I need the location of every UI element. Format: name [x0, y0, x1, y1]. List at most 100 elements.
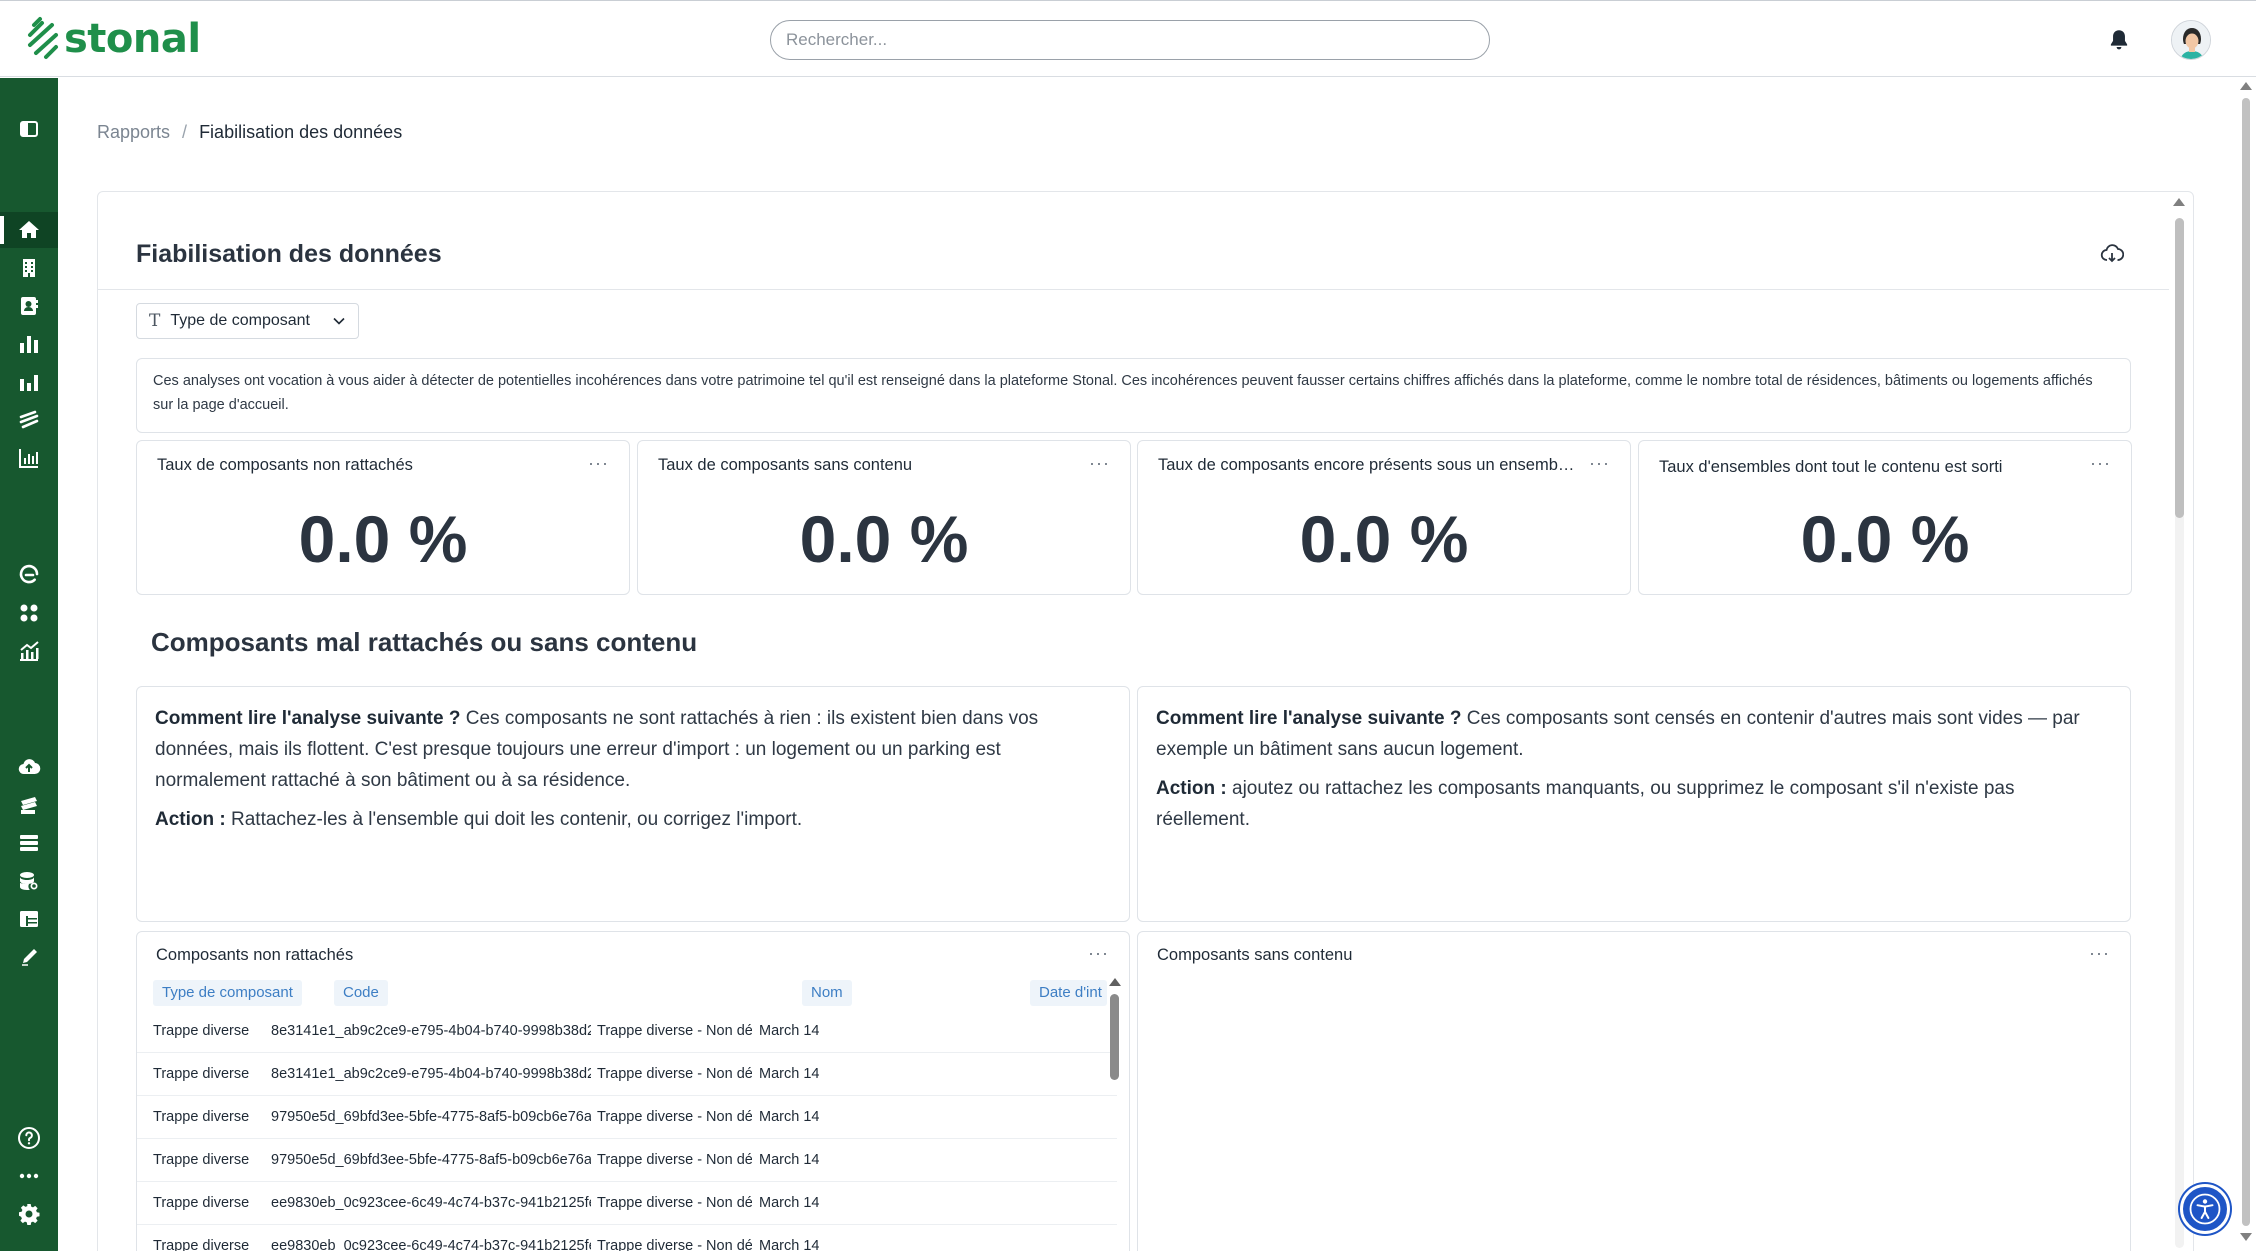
kpi-value: 0.0 % [298, 502, 468, 576]
report-scrollbar[interactable] [2170, 196, 2188, 1251]
report-scroll-up-arrow-icon[interactable] [2173, 198, 2185, 206]
sidebar-item-reports[interactable] [0, 326, 58, 362]
page-scrollbar-thumb[interactable] [2242, 98, 2250, 1226]
explanation-action: Action : ajoutez ou rattachez les compos… [1156, 773, 2112, 835]
column-header-type[interactable]: Type de composant [153, 980, 302, 1006]
kpi-title: Taux de composants sans contenu [658, 456, 913, 474]
more-options-icon[interactable]: ··· [588, 453, 609, 474]
scroll-up-arrow-icon[interactable] [2240, 82, 2252, 90]
filter-label: Type de composant [170, 312, 310, 329]
collapse-panel-icon [20, 121, 38, 137]
top-bar: stonal [0, 0, 2256, 77]
table-row[interactable]: Trappe diverse 97950e5d_69bfd3ee-5bfe-477… [137, 1096, 1117, 1139]
accessibility-icon [2189, 1193, 2221, 1225]
action-label: Action : [1156, 778, 1227, 799]
stonal-logo-icon [28, 17, 58, 59]
scroll-down-arrow-icon[interactable] [2240, 1233, 2252, 1241]
table-row[interactable]: Trappe diverse 97950e5d_69bfd3ee-5bfe-477… [137, 1139, 1117, 1182]
cell-date: March 14, 2 [759, 1195, 819, 1211]
user-avatar-icon[interactable] [2171, 20, 2211, 60]
cell-code: 97950e5d_69bfd3ee-5bfe-4775-8af5-b09cb6e… [271, 1109, 591, 1125]
cloud-download-icon[interactable] [2100, 242, 2124, 266]
sidebar [0, 78, 58, 1251]
sidebar-item-more[interactable] [0, 1158, 58, 1194]
table-scrollbar-thumb[interactable] [1110, 994, 1119, 1080]
sidebar-item-buildings[interactable] [0, 250, 58, 286]
report-scrollbar-thumb[interactable] [2175, 218, 2184, 518]
help-icon [18, 1127, 40, 1149]
notification-bell-icon[interactable] [2106, 27, 2132, 53]
cell-date: March 14, 2 [759, 1152, 819, 1168]
column-header-name[interactable]: Nom [802, 980, 852, 1006]
sidebar-item-database[interactable] [0, 863, 58, 899]
component-type-filter[interactable]: T Type de composant [136, 303, 359, 339]
table-card-unattached: Composants non rattachés ··· Type de com… [136, 931, 1130, 1251]
column-header-code[interactable]: Code [334, 980, 388, 1006]
sidebar-item-help[interactable] [0, 1120, 58, 1156]
sidebar-item-table[interactable] [0, 901, 58, 937]
more-options-icon[interactable]: ··· [2089, 943, 2110, 964]
sidebar-item-dashboard[interactable] [0, 440, 58, 476]
search-input[interactable] [770, 20, 1490, 60]
sidebar-item-list[interactable] [0, 825, 58, 861]
kpi-value: 0.0 % [799, 502, 969, 576]
cell-date: March 14, 2 [759, 1109, 819, 1125]
cell-name: Trappe diverse - Non défini - -- [597, 1152, 752, 1168]
line-chart-icon [19, 449, 38, 468]
table-row[interactable]: Trappe diverse 8e3141e1_ab9c2ce9-e795-4b0… [137, 1053, 1117, 1096]
cell-code: 97950e5d_69bfd3ee-5bfe-4775-8af5-b09cb6e… [271, 1152, 591, 1168]
sidebar-item-toggle[interactable] [0, 111, 58, 147]
sidebar-item-modules[interactable] [0, 595, 58, 631]
table-icon [20, 911, 38, 927]
breadcrumb-link-rapports[interactable]: Rapports [97, 122, 170, 143]
sidebar-item-home[interactable] [0, 212, 58, 248]
list-icon [20, 835, 38, 851]
page-scrollbar[interactable] [2236, 78, 2256, 1251]
bar-chart-icon [20, 375, 38, 391]
sidebar-item-sync[interactable] [0, 557, 58, 593]
database-search-icon [20, 872, 38, 890]
more-options-icon[interactable]: ··· [2090, 453, 2111, 474]
table-row[interactable]: Trappe diverse ee9830eb_0c923cee-6c49-4c7… [137, 1182, 1117, 1225]
kpi-title: Taux de composants non rattachés [157, 456, 413, 474]
more-icon [19, 1173, 39, 1179]
sidebar-item-layers[interactable] [0, 402, 58, 438]
action-text: Rattachez-les à l'ensemble qui doit les … [225, 809, 803, 830]
cell-name: Trappe diverse - Non défini - -- [597, 1195, 752, 1211]
more-options-icon[interactable]: ··· [1089, 453, 1110, 474]
more-options-icon[interactable]: ··· [1088, 943, 1109, 964]
table-row[interactable]: Trappe diverse 8e3141e1_ab9c2ce9-e795-4b0… [137, 1010, 1117, 1053]
sidebar-item-edit[interactable] [0, 939, 58, 975]
breadcrumb: Rapports / Fiabilisation des données [97, 122, 402, 143]
cloud-upload-icon [18, 759, 41, 775]
table-card-no-content: Composants sans contenu ··· [1137, 931, 2131, 1251]
cell-name: Trappe diverse - Non défini - -- [597, 1066, 752, 1082]
sidebar-item-contacts[interactable] [0, 288, 58, 324]
sidebar-item-trends[interactable] [0, 633, 58, 669]
table-scrollbar[interactable] [1108, 978, 1122, 1251]
cell-date: March 14, 2 [759, 1066, 819, 1082]
sidebar-item-analytics[interactable] [0, 364, 58, 400]
table-row[interactable]: Trappe diverse ee9830eb_0c923cee-6c49-4c7… [137, 1225, 1117, 1251]
avatar-illustration [2172, 21, 2210, 59]
accessibility-button[interactable] [2180, 1184, 2230, 1234]
title-divider [97, 289, 2169, 290]
column-header-date[interactable]: Date d'int [1030, 980, 1107, 1006]
explanation-card-no-content: Comment lire l'analyse suivante ? Ces co… [1137, 686, 2131, 922]
table-scroll-up-arrow-icon[interactable] [1109, 978, 1121, 986]
explanation-action: Action : Rattachez-les à l'ensemble qui … [155, 804, 1111, 835]
sidebar-item-upload[interactable] [0, 749, 58, 785]
breadcrumb-separator: / [182, 122, 188, 142]
logo-text: stonal [64, 16, 201, 62]
action-label: Action : [155, 809, 226, 830]
more-options-icon[interactable]: ··· [1589, 453, 1610, 474]
kpi-value: 0.0 % [1800, 502, 1970, 576]
sidebar-item-settings[interactable] [0, 1196, 58, 1232]
cell-code: ee9830eb_0c923cee-6c49-4c74-b37c-941b212… [271, 1238, 591, 1251]
settings-icon [19, 1204, 40, 1225]
question-label: Comment lire l'analyse suivante ? [155, 708, 461, 729]
action-text: ajoutez ou rattachez les composants manq… [1156, 778, 2015, 830]
info-notice-text: Ces analyses ont vocation à vous aider à… [153, 373, 2093, 413]
stonal-logo[interactable]: stonal [26, 15, 201, 63]
sidebar-item-documents[interactable] [0, 787, 58, 823]
